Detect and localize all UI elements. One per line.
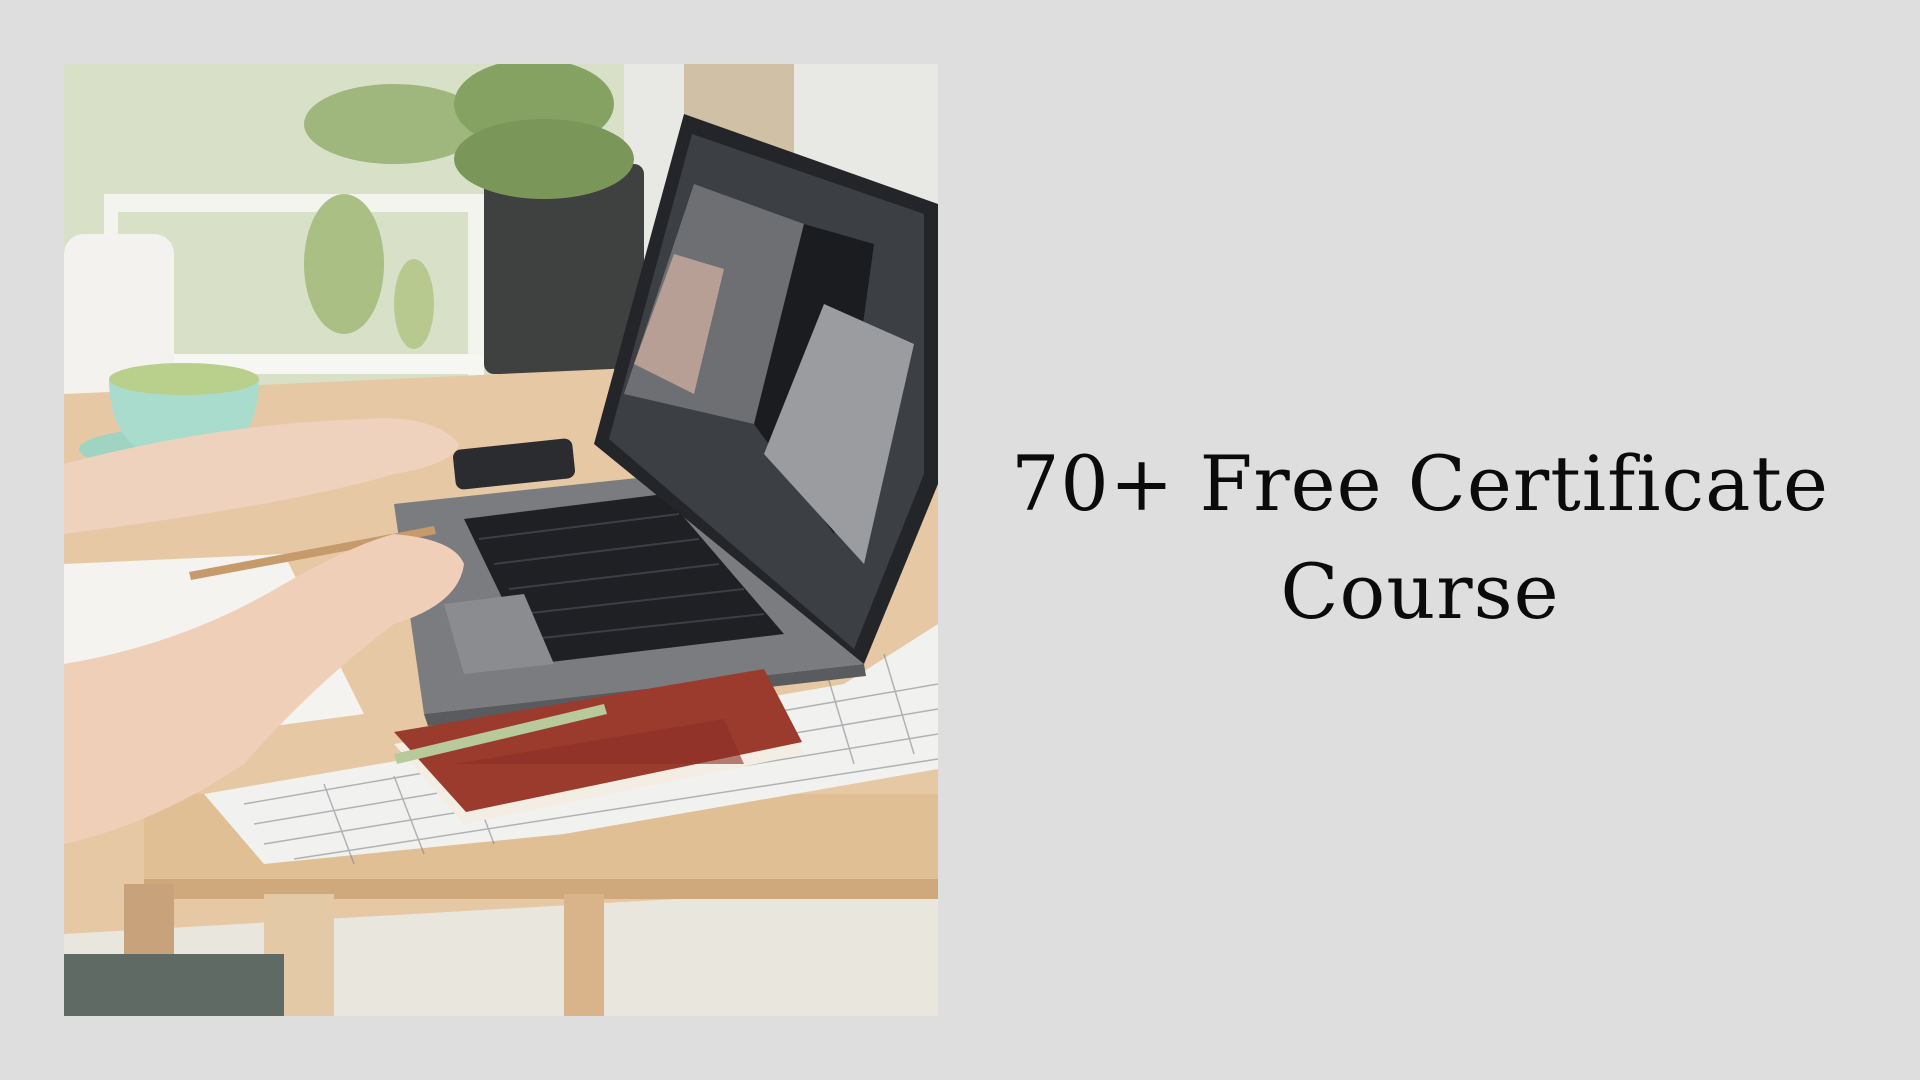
laptop-workspace-illustration (64, 64, 938, 1016)
slide: 70+ Free Certificate Course (0, 0, 1920, 1080)
headline: 70+ Free Certificate Course (980, 430, 1860, 646)
headline-line-1: 70+ Free Certificate (1011, 439, 1829, 528)
headline-line-2: Course (1280, 547, 1560, 636)
headline-block: 70+ Free Certificate Course (980, 430, 1860, 646)
hero-photo (64, 64, 938, 1016)
